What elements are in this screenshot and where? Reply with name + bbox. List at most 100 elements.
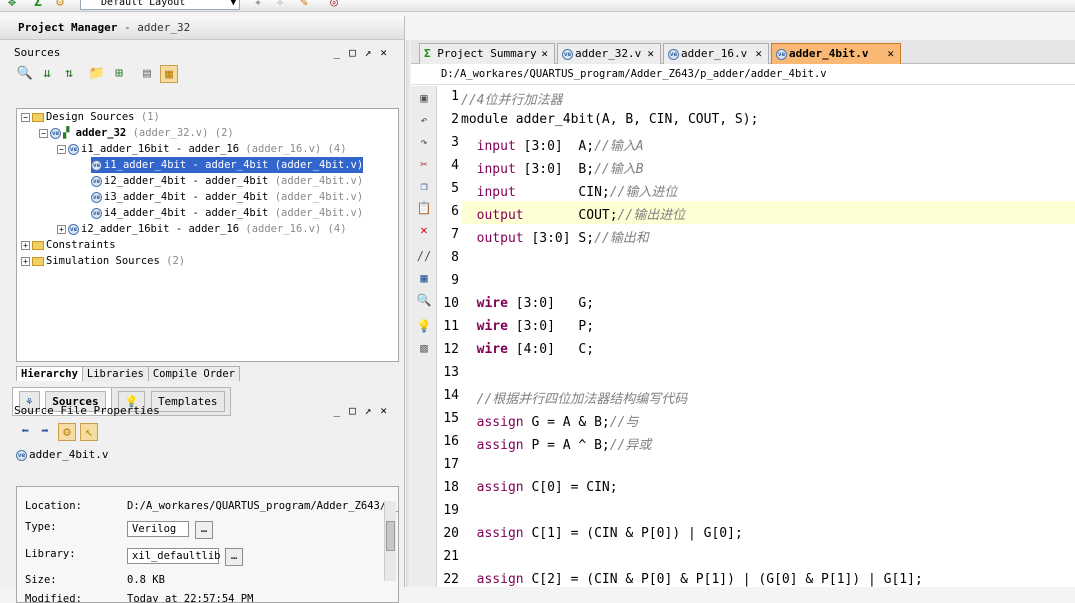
layout-select[interactable]: Default Layout ▼ — [80, 0, 240, 10]
code-line[interactable]: assign C[1] = (CIN & P[0]) | G[0]; — [461, 526, 743, 541]
code-token: assign — [461, 415, 524, 430]
sigma-icon[interactable]: Σ — [30, 0, 46, 10]
line-number: 18 — [443, 480, 459, 495]
undo-icon[interactable]: ↶ — [416, 112, 432, 128]
comment-icon[interactable]: // — [416, 248, 432, 264]
collapse-icon[interactable]: − — [39, 128, 48, 138]
collapse-icon[interactable]: − — [21, 112, 30, 122]
copy-icon[interactable]: ❐ — [416, 178, 432, 194]
code-line[interactable]: module adder_4bit(A, B, CIN, COUT, S); — [461, 112, 758, 127]
expand-icon[interactable]: + — [21, 256, 30, 266]
tree-node-simulation-sources[interactable]: + Simulation Sources (2) — [21, 253, 185, 269]
select-block-icon[interactable]: ▦ — [416, 270, 432, 286]
delete-icon[interactable]: ✕ — [416, 222, 432, 238]
expand-all-icon[interactable]: ⇅ — [60, 65, 78, 83]
tab-hierarchy[interactable]: Hierarchy — [16, 366, 83, 381]
code-token: //输入B — [594, 162, 644, 177]
search-icon[interactable]: 🔍 — [16, 65, 34, 83]
tab-project-summary[interactable]: Σ Project Summary ✕ — [419, 43, 555, 64]
close-icon[interactable]: ✕ — [541, 44, 548, 63]
code-line[interactable]: wire [3:0] G; — [461, 296, 594, 311]
code-token: assign — [461, 572, 524, 587]
code-area[interactable]: 1//4位并行加法器 2 module adder_4bit(A, B, CIN, … — [437, 86, 1075, 587]
properties-file: ve adder_4bit.v — [16, 448, 109, 461]
collapse-all-icon[interactable]: ⇊ — [38, 65, 56, 83]
line-number: 7 — [451, 227, 459, 242]
template-icon[interactable]: ▧ — [416, 340, 432, 356]
back-arrow-icon[interactable]: ⬅ — [16, 423, 34, 441]
type-field[interactable]: Verilog — [127, 521, 189, 537]
tab-adder-32[interactable]: ve adder_32.v ✕ — [557, 43, 661, 64]
gear-icon[interactable]: ⚙ — [58, 423, 76, 441]
code-line[interactable]: output COUT;//输出进位 — [461, 204, 686, 223]
code-line[interactable]: //根据并行四位加法器结构编写代码 — [461, 388, 688, 407]
code-token: //4位并行加法器 — [461, 93, 563, 108]
prop-modified: Modified: Today at 22:57:54 PM — [25, 593, 254, 603]
tool-icon[interactable]: ✦ — [250, 0, 266, 10]
redo-icon[interactable]: ↷ — [416, 134, 432, 150]
code-line[interactable]: assign P = A ^ B;//异或 — [461, 434, 652, 453]
code-line[interactable]: assign C[2] = (CIN & P[0] & P[1]) | (G[0… — [461, 572, 923, 587]
code-line[interactable]: output [3:0] S;//输出和 — [461, 227, 649, 246]
code-line[interactable]: wire [3:0] P; — [461, 319, 594, 334]
collapse-icon[interactable]: − — [57, 144, 66, 154]
properties-toolbar: ⬅ ➡ ⚙ ↖ — [14, 422, 400, 444]
tab-compile-order[interactable]: Compile Order — [147, 366, 240, 381]
code-token: input — [461, 185, 516, 200]
sources-tree: − Design Sources (1) − ve ▞ adder_32 (adder… — [16, 108, 399, 362]
panel-controls[interactable]: _□↗✕ — [334, 44, 397, 62]
pane-splitter[interactable] — [406, 40, 410, 587]
cut-icon[interactable]: ✂ — [416, 156, 432, 172]
paste-icon[interactable]: 📋 — [416, 200, 432, 216]
close-icon[interactable]: ✕ — [755, 44, 762, 63]
scrollbar-thumb[interactable] — [386, 521, 395, 551]
type-browse-button[interactable]: … — [195, 521, 213, 539]
code-line[interactable]: input CIN;//输入进位 — [461, 181, 678, 200]
tree-node-i3-adder-4bit[interactable]: ve i3_adder_4bit - adder_4bit (adder_4bit… — [91, 189, 363, 205]
lightbulb-icon[interactable]: 💡 — [416, 318, 432, 334]
code-line[interactable]: assign G = A & B;//与 — [461, 411, 639, 430]
tab-adder-4bit[interactable]: ve adder_4bit.v ✕ — [771, 43, 901, 64]
cursor-icon[interactable]: ↖ — [80, 423, 98, 441]
forward-arrow-icon[interactable]: ➡ — [36, 423, 54, 441]
library-field[interactable]: xil_defaultlib — [127, 548, 221, 564]
close-icon[interactable]: ✕ — [647, 44, 654, 63]
tree-node-i1-adder-4bit[interactable]: ve i1_adder_4bit - adder_4bit (adder_4bit… — [91, 157, 364, 173]
document-icon[interactable]: ▤ — [138, 65, 156, 83]
properties-panel: Location: D:/A_workares/QUARTUS_program/… — [16, 486, 399, 603]
line-number: 12 — [443, 342, 459, 357]
tree-node-i2-adder-16bit[interactable]: + ve i2_adder_16bit - adder_16 (adder_16.v… — [57, 221, 347, 237]
settings-icon[interactable]: ✥ — [4, 0, 20, 10]
panel-controls[interactable]: _□↗✕ — [334, 402, 397, 420]
tab-adder-16[interactable]: ve adder_16.v ✕ — [663, 43, 769, 64]
gear-icon[interactable]: ⚙ — [52, 0, 68, 10]
verilog-file-icon: ve — [68, 143, 79, 155]
code-line[interactable]: input [3:0] B;//输入B — [461, 158, 644, 177]
tree-node-i1-adder-16bit[interactable]: − ve i1_adder_16bit - adder_16 (adder_16.v… — [57, 141, 347, 157]
library-browse-button[interactable]: … — [225, 548, 243, 566]
tree-node-adder-32[interactable]: − ve ▞ adder_32 (adder_32.v) (2) — [39, 125, 234, 141]
expand-icon[interactable]: + — [21, 240, 30, 250]
help-icon[interactable]: ◎ — [326, 0, 342, 10]
wrench-icon[interactable]: ✎ — [296, 0, 312, 10]
properties-icon[interactable]: ▦ — [160, 65, 178, 83]
save-icon[interactable]: ▣ — [416, 90, 432, 106]
code-line[interactable]: //4位并行加法器 — [461, 89, 562, 108]
properties-scrollbar[interactable] — [384, 501, 396, 581]
tree-node-constraints[interactable]: + Constraints — [21, 237, 116, 253]
find-icon[interactable]: 🔍 — [416, 292, 432, 308]
tree-node-i2-adder-4bit[interactable]: ve i2_adder_4bit - adder_4bit (adder_4bit… — [91, 173, 363, 189]
code-line[interactable]: input [3:0] A;//输入A — [461, 135, 644, 154]
hierarchy-icon[interactable]: ⊞ — [110, 65, 128, 83]
line-number: 11 — [443, 319, 459, 334]
code-line[interactable]: wire [4:0] C; — [461, 342, 594, 357]
code-line[interactable]: assign C[0] = CIN; — [461, 480, 618, 495]
tool-icon[interactable]: ✧ — [272, 0, 288, 10]
add-sources-icon[interactable]: 📁 — [88, 65, 106, 83]
tree-node-i4-adder-4bit[interactable]: ve i4_adder_4bit - adder_4bit (adder_4bit… — [91, 205, 363, 221]
tree-node-design-sources[interactable]: − Design Sources (1) — [21, 109, 160, 125]
close-icon[interactable]: ✕ — [887, 44, 894, 63]
tab-libraries[interactable]: Libraries — [81, 366, 149, 381]
expand-icon[interactable]: + — [57, 224, 66, 234]
folder-icon — [32, 240, 44, 250]
